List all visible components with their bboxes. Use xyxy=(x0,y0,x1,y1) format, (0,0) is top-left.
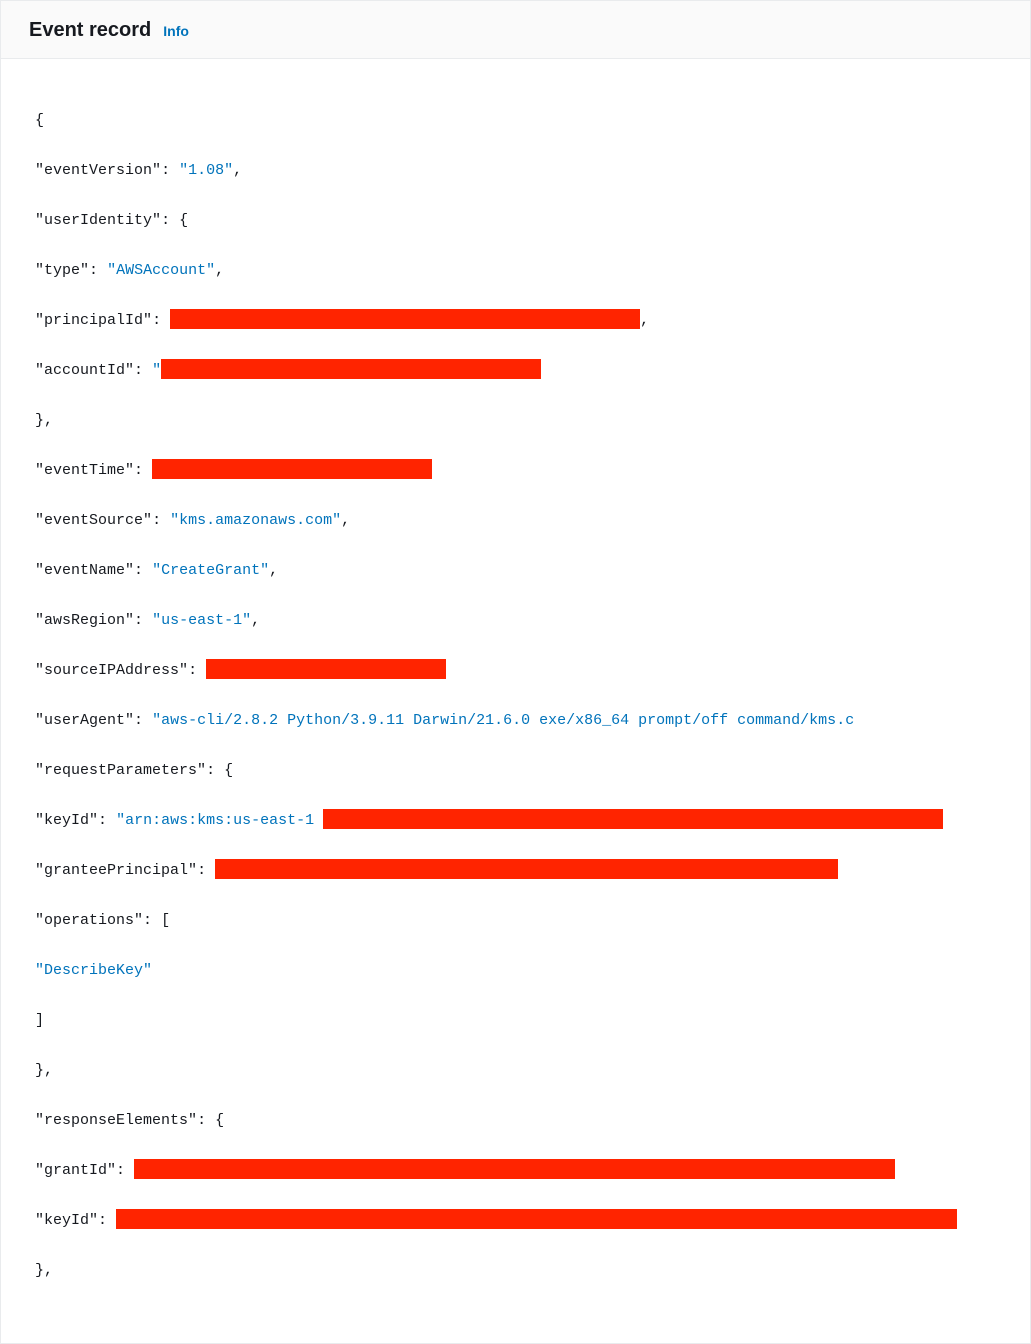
redacted-value xyxy=(215,859,838,879)
code-line: "eventSource": "kms.amazonaws.com", xyxy=(35,508,1030,533)
redacted-value xyxy=(206,659,446,679)
code-line: "awsRegion": "us-east-1", xyxy=(35,608,1030,633)
event-json-block: { "eventVersion": "1.08", "userIdentity"… xyxy=(1,59,1030,1343)
redacted-value xyxy=(323,809,943,829)
code-line: }, xyxy=(35,1258,1030,1283)
code-line: "eventVersion": "1.08", xyxy=(35,158,1030,183)
code-line: "responseElements": { xyxy=(35,1108,1030,1133)
code-line: }, xyxy=(35,408,1030,433)
event-record-panel: Event record Info { "eventVersion": "1.0… xyxy=(0,0,1031,1344)
code-line: ] xyxy=(35,1008,1030,1033)
code-line: "granteePrincipal": xyxy=(35,858,1030,883)
panel-title: Event record xyxy=(29,19,151,42)
code-line: }, xyxy=(35,1058,1030,1083)
redacted-value xyxy=(134,1159,895,1179)
code-line: "userAgent": "aws-cli/2.8.2 Python/3.9.1… xyxy=(35,708,1030,733)
code-line: { xyxy=(35,108,1030,133)
code-line: "grantId": xyxy=(35,1158,1030,1183)
code-line: "DescribeKey" xyxy=(35,958,1030,983)
code-line: "sourceIPAddress": xyxy=(35,658,1030,683)
redacted-value xyxy=(161,359,541,379)
code-line: "eventTime": xyxy=(35,458,1030,483)
redacted-value xyxy=(116,1209,957,1229)
redacted-value xyxy=(152,459,432,479)
code-line: "keyId": "arn:aws:kms:us-east-1 xyxy=(35,808,1030,833)
code-line: "requestParameters": { xyxy=(35,758,1030,783)
code-line: "accountId": " xyxy=(35,358,1030,383)
info-link[interactable]: Info xyxy=(163,23,189,39)
code-line: "type": "AWSAccount", xyxy=(35,258,1030,283)
code-line: "principalId": , xyxy=(35,308,1030,333)
panel-header: Event record Info xyxy=(1,1,1030,59)
code-line: "eventName": "CreateGrant", xyxy=(35,558,1030,583)
code-line: "keyId": xyxy=(35,1208,1030,1233)
code-line: "operations": [ xyxy=(35,908,1030,933)
redacted-value xyxy=(170,309,640,329)
code-line: "userIdentity": { xyxy=(35,208,1030,233)
